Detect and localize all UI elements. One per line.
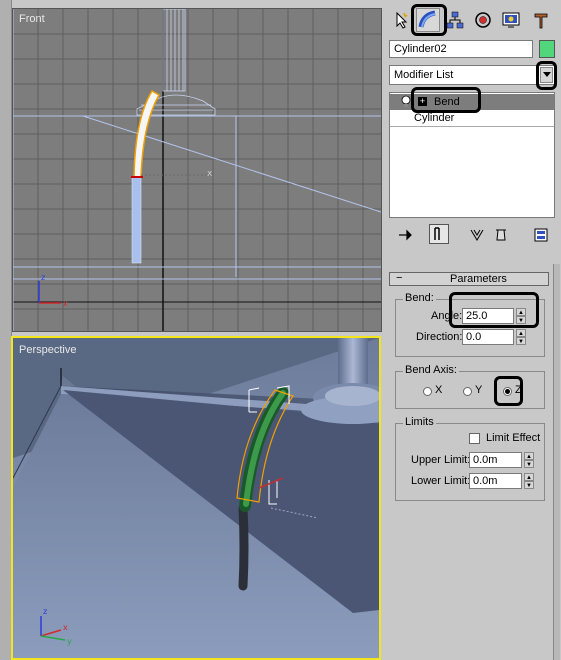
rollout-title: Parameters <box>450 273 507 285</box>
pin-stack-icon[interactable] <box>397 227 413 243</box>
stack-item-label: Cylinder <box>414 112 455 124</box>
modify-tab-highlight <box>411 4 447 36</box>
front-viewport[interactable]: x Front z x <box>12 8 382 332</box>
direction-label: Direction: <box>416 331 463 343</box>
stack-toolbar <box>389 224 555 246</box>
hierarchy-icon <box>446 11 464 29</box>
command-panel: Cylinder02 Modifier List + Bend Cylinder… <box>385 0 561 660</box>
bend-axis-group-label: Bend Axis: <box>403 364 459 376</box>
motion-tab[interactable] <box>471 8 495 32</box>
angle-highlight <box>449 292 539 328</box>
upper-limit-input[interactable]: 0.0m <box>469 452 522 468</box>
modifier-list-dropdown[interactable]: Modifier List <box>389 65 555 85</box>
make-unique-icon[interactable] <box>469 227 485 243</box>
panel-scrollbar[interactable] <box>553 264 560 660</box>
direction-spinner[interactable]: ▲ ▼ <box>516 329 526 345</box>
display-tab[interactable] <box>499 8 523 32</box>
axis-z-label: z <box>41 273 45 282</box>
motion-icon <box>475 12 491 28</box>
remove-modifier-icon[interactable] <box>493 227 509 243</box>
front-axis-tripod: z x <box>38 273 68 308</box>
show-end-result-icon <box>434 227 440 240</box>
display-icon <box>502 12 520 28</box>
direction-input[interactable]: 0.0 <box>462 329 514 345</box>
select-arrow-icon <box>396 11 408 29</box>
axis-y-radio[interactable] <box>463 387 472 396</box>
lower-limit-label: Lower Limit: <box>411 475 471 487</box>
axis-x-label: X <box>435 384 443 396</box>
modifier-list-label: Modifier List <box>394 69 454 81</box>
utilities-tab[interactable] <box>529 8 553 32</box>
axis-z-highlight <box>494 376 523 406</box>
upper-limit-label: Upper Limit: <box>411 454 471 466</box>
object-name-field[interactable]: Cylinder02 <box>389 40 533 58</box>
axis-x-radio[interactable] <box>423 387 432 396</box>
perspective-viewport-label[interactable]: Perspective <box>19 344 76 356</box>
configure-sets-icon[interactable] <box>533 227 549 243</box>
axis-x-label: x <box>63 299 68 308</box>
show-end-result-button[interactable] <box>429 224 449 244</box>
limit-effect-checkbox[interactable] <box>469 433 480 444</box>
persp-axis-z-label: z <box>43 607 47 616</box>
limits-group-label: Limits <box>403 416 436 428</box>
upper-limit-spinner[interactable]: ▲ ▼ <box>524 452 534 468</box>
front-viewport-label[interactable]: Front <box>19 13 45 25</box>
utilities-icon <box>534 13 548 29</box>
parameters-rollout-header[interactable]: − Parameters <box>389 272 549 286</box>
perspective-axis-tripod: z x y <box>40 607 72 646</box>
bend-group-label: Bend: <box>403 292 436 304</box>
limit-effect-label: Limit Effect <box>486 432 541 444</box>
lower-limit-spinner[interactable]: ▲ ▼ <box>524 473 534 489</box>
persp-axis-x-label: x <box>63 623 68 632</box>
object-color-swatch[interactable] <box>539 40 555 58</box>
svg-text:x: x <box>207 169 213 179</box>
lower-limit-input[interactable]: 0.0m <box>469 473 522 489</box>
axis-y-label: Y <box>475 384 483 396</box>
stack-item-cylinder[interactable]: Cylinder <box>390 111 554 127</box>
persp-axis-y-label: y <box>67 637 72 646</box>
bend-item-highlight <box>411 87 481 113</box>
perspective-viewport[interactable]: Perspective z x y <box>11 336 381 660</box>
rollout-toggle: − <box>396 272 403 284</box>
create-tab[interactable] <box>389 8 413 32</box>
modifier-list-arrow-highlight <box>536 61 557 90</box>
